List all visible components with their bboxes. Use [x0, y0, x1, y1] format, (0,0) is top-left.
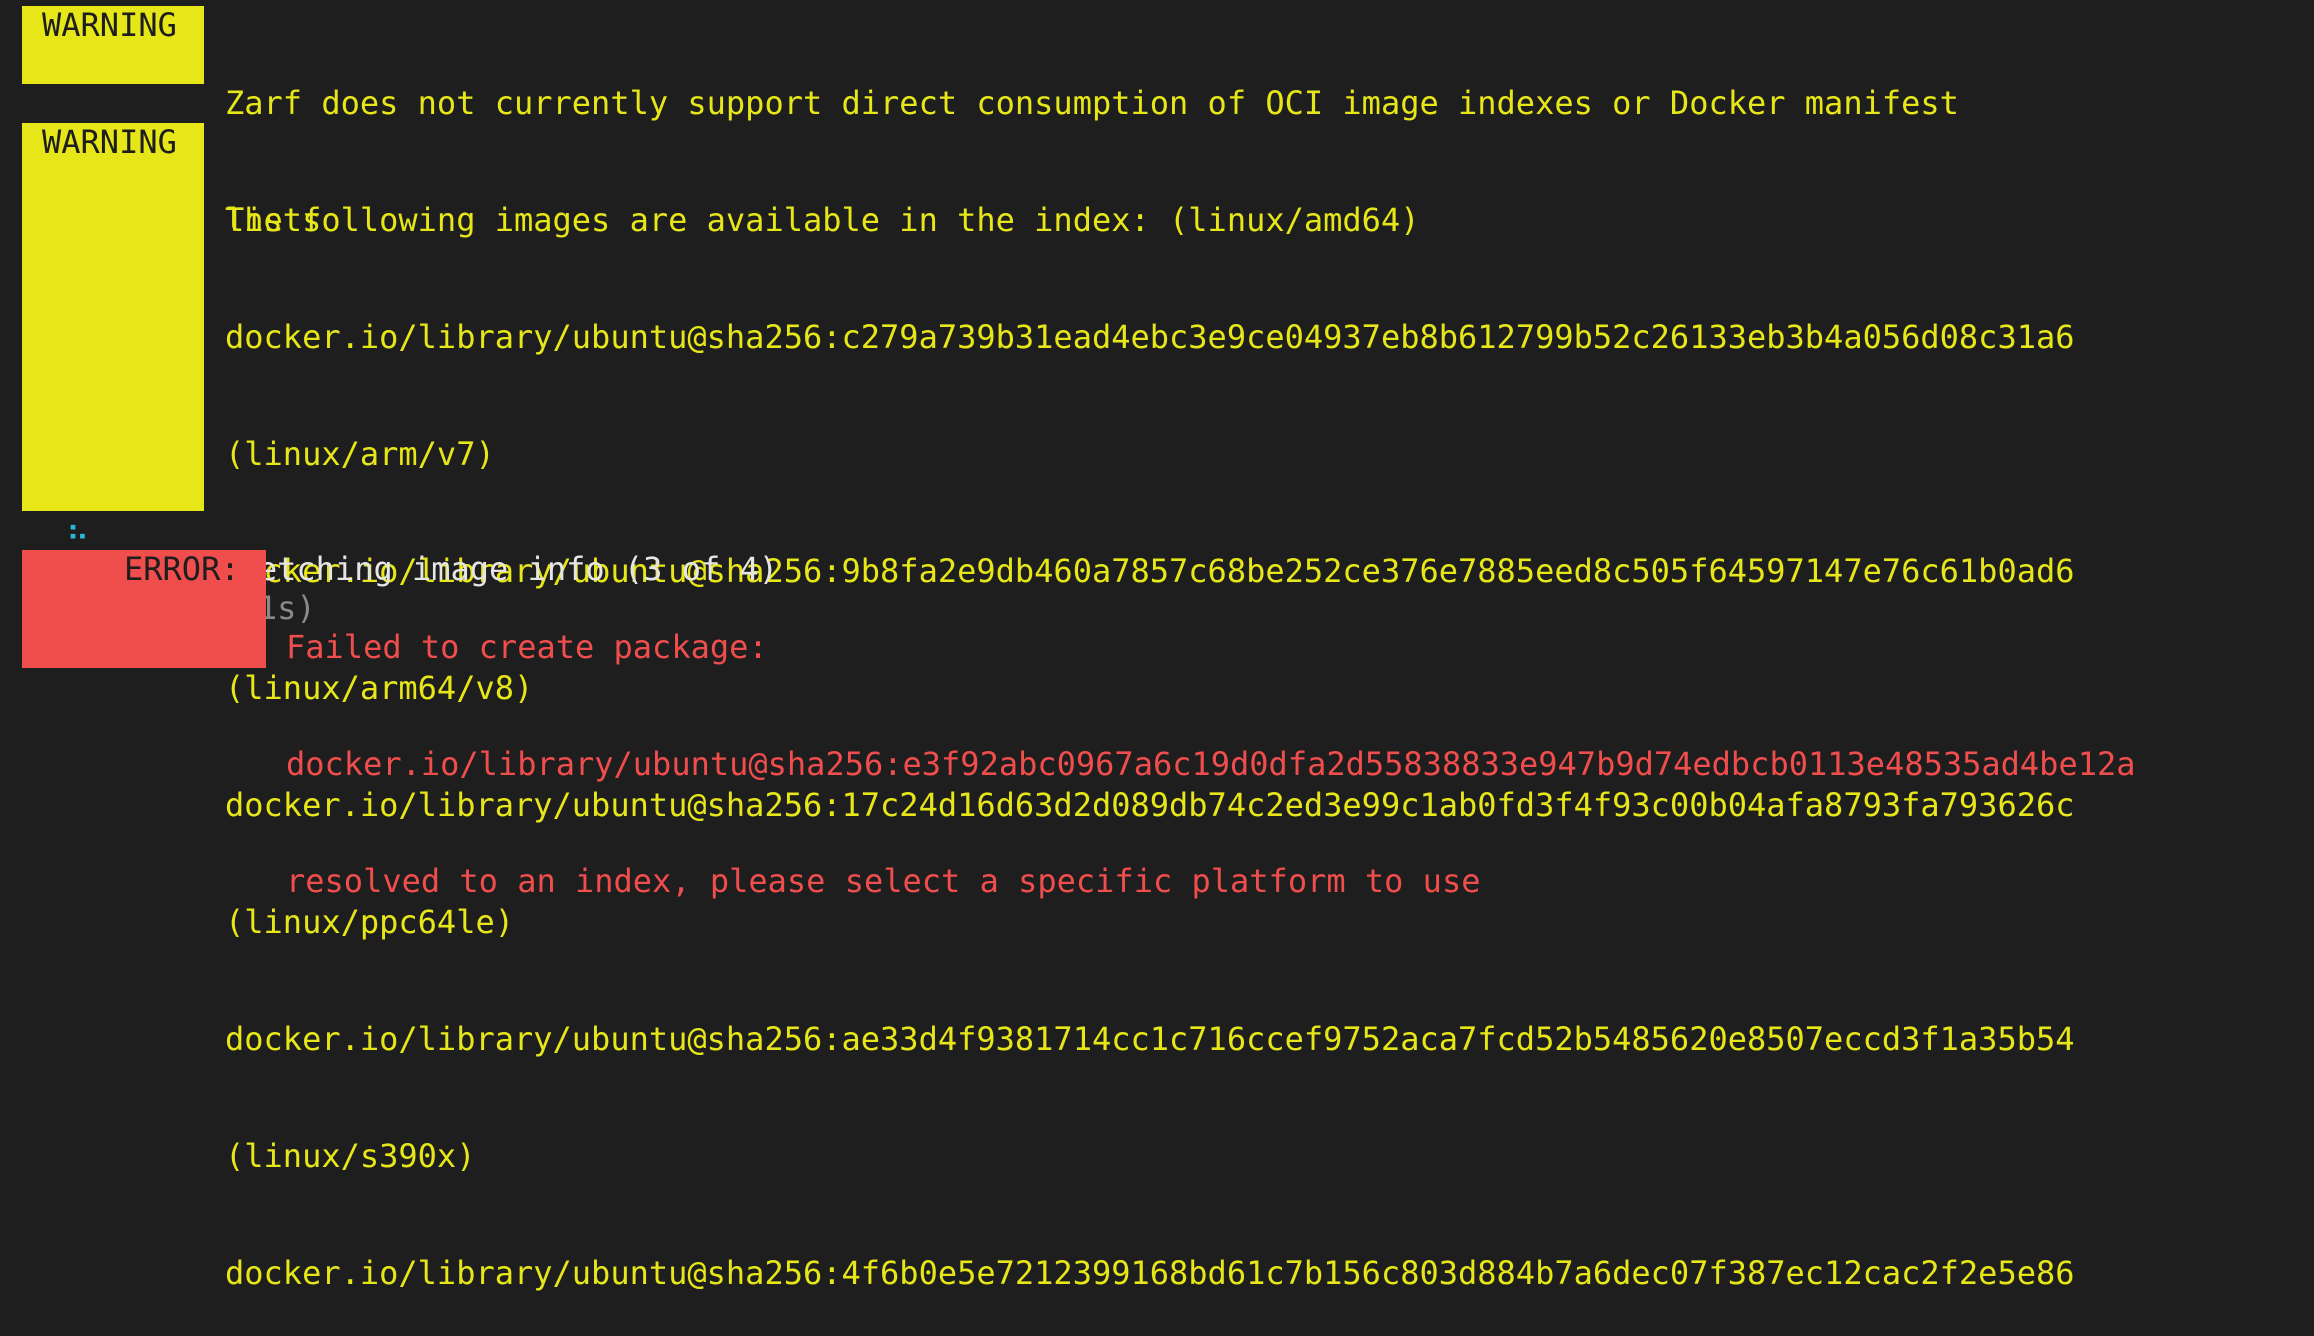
progress-line: ⠦ Fetching image info (3 of 4) (1s): [0, 511, 2314, 627]
warning-badge: WARNING: [22, 123, 204, 511]
warning-line: Zarf does not currently support direct c…: [225, 84, 1959, 122]
error-badge: ERROR:: [22, 550, 266, 668]
warning-line: The following images are available in th…: [225, 201, 1420, 239]
warning-line: docker.io/library/ubuntu@sha256:4f6b0e5e…: [225, 1254, 2075, 1292]
error-line: Failed to create package:: [286, 628, 768, 666]
warning-line: docker.io/library/ubuntu@sha256:c279a739…: [225, 318, 2075, 356]
warning-badge: WARNING: [22, 6, 204, 84]
terminal-output: WARNING Zarf does not currently support …: [0, 0, 2314, 1292]
warning-message-available-images: WARNING The following images are availab…: [0, 123, 2314, 1292]
warning-line: (linux/s390x): [225, 1137, 476, 1175]
error-message: ERROR: Failed to create package: docker.…: [0, 550, 2314, 900]
error-line: docker.io/library/ubuntu@sha256:e3f92abc…: [286, 745, 2136, 783]
error-text: Failed to create package: docker.io/libr…: [286, 550, 2136, 979]
error-line: resolved to an index, please select a sp…: [286, 862, 1481, 900]
spinner-icon: ⠦: [66, 511, 90, 549]
warning-message-oci-index: WARNING Zarf does not currently support …: [0, 6, 2314, 239]
warning-line: (linux/arm/v7): [225, 435, 495, 473]
warning-line: docker.io/library/ubuntu@sha256:ae33d4f9…: [225, 1020, 2075, 1058]
